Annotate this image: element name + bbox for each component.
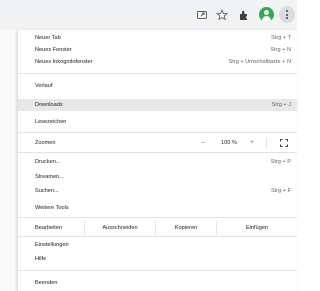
- menu-item-shortcut: Strg + J: [271, 102, 291, 108]
- menu-item-find[interactable]: Suchen... Strg + F: [18, 185, 297, 197]
- browser-main-menu: Neuer Tab Strg + T Neues Fenster Strg + …: [18, 30, 297, 291]
- menu-item-shortcut: Strg + P: [270, 159, 291, 165]
- menu-item-settings[interactable]: Einstellungen: [18, 239, 297, 251]
- menu-item-history[interactable]: Verlauf: [18, 80, 297, 92]
- extensions-icon[interactable]: [238, 9, 250, 21]
- paste-button[interactable]: Einfügen: [217, 221, 297, 235]
- menu-item-zoom: Zoomen – 100 % +: [18, 137, 297, 149]
- menu-separator: [18, 270, 297, 271]
- share-icon[interactable]: [196, 9, 208, 21]
- menu-item-shortcut: Strg + T: [271, 35, 291, 41]
- menu-item-cast[interactable]: Streamen...: [18, 171, 297, 183]
- menu-item-shortcut: Strg + Umschalttaste + N: [228, 59, 292, 65]
- menu-separator: [18, 217, 297, 218]
- menu-item-print[interactable]: Drucken... Strg + P: [18, 156, 297, 168]
- star-icon[interactable]: [216, 9, 228, 21]
- menu-item-label: Neues Fenster: [35, 47, 72, 53]
- menu-separator: [18, 152, 297, 153]
- menu-item-shortcut: Strg + N: [270, 47, 291, 53]
- menu-item-new-incognito[interactable]: Neues Inkognitofenster Strg + Umschaltta…: [18, 56, 297, 68]
- menu-item-label: Beenden: [35, 280, 58, 286]
- zoom-divider: [266, 138, 267, 148]
- menu-separator: [18, 132, 297, 133]
- menu-item-label: Downloads: [35, 102, 63, 108]
- menu-item-bookmarks[interactable]: Lesezeichen: [18, 116, 297, 128]
- menu-item-label: Bearbeiten: [35, 225, 63, 231]
- menu-item-label: Suchen...: [35, 188, 59, 194]
- menu-item-label: Lesezeichen: [35, 119, 67, 125]
- menu-item-label: Einstellungen: [35, 242, 69, 248]
- browser-window: Neuer Tab Strg + T Neues Fenster Strg + …: [0, 0, 297, 291]
- browser-toolbar: [0, 0, 297, 30]
- zoom-in-button[interactable]: +: [247, 137, 257, 149]
- cut-button[interactable]: Ausschneiden: [85, 221, 155, 235]
- menu-item-edit: Bearbeiten Ausschneiden Kopieren Einfüge…: [18, 221, 297, 235]
- copy-button[interactable]: Kopieren: [156, 221, 216, 235]
- fullscreen-icon[interactable]: [280, 139, 288, 147]
- zoom-level-value: 100 %: [221, 140, 237, 146]
- menu-item-label: Streamen...: [35, 174, 64, 180]
- menu-separator: [18, 73, 297, 74]
- menu-item-more-tools[interactable]: Weitere Tools: [18, 202, 297, 214]
- menu-item-label: Verlauf: [35, 83, 53, 89]
- menu-item-label: Neuer Tab: [35, 35, 61, 41]
- menu-separator: [18, 236, 297, 237]
- menu-item-new-window[interactable]: Neues Fenster Strg + N: [18, 44, 297, 56]
- menu-item-label: Zoomen: [35, 140, 56, 146]
- menu-kebab-icon[interactable]: [279, 6, 295, 23]
- menu-item-help[interactable]: Hilfe: [18, 253, 297, 265]
- menu-item-exit[interactable]: Beenden: [18, 277, 297, 289]
- profile-avatar-icon[interactable]: [259, 7, 274, 22]
- menu-item-label: Drucken...: [35, 159, 61, 165]
- zoom-out-button[interactable]: –: [198, 137, 208, 149]
- menu-item-new-tab[interactable]: Neuer Tab Strg + T: [18, 32, 297, 44]
- menu-item-label: Hilfe: [35, 256, 47, 262]
- menu-item-downloads[interactable]: Downloads Strg + J: [18, 99, 297, 111]
- menu-item-shortcut: Strg + F: [270, 188, 291, 194]
- menu-item-label: Neues Inkognitofenster: [35, 59, 93, 65]
- menu-item-label: Weitere Tools: [35, 205, 69, 211]
